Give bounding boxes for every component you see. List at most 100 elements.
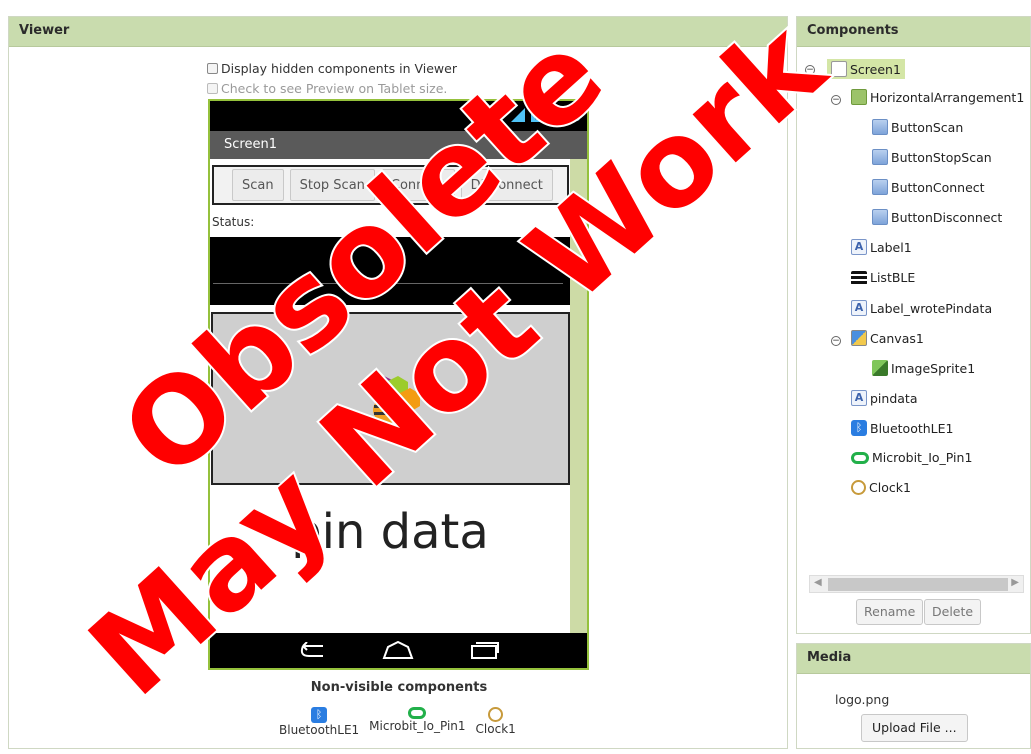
tree-node-label: pindata bbox=[870, 390, 918, 406]
delete-button[interactable]: Delete bbox=[924, 599, 982, 625]
microbit-icon bbox=[408, 707, 427, 719]
tree-node-canvas1[interactable]: Canvas1 bbox=[851, 330, 924, 346]
clock-icon bbox=[488, 707, 504, 722]
rename-button[interactable]: Rename bbox=[856, 599, 924, 625]
viewer-panel: Viewer Display hidden components in View… bbox=[8, 16, 788, 749]
tree-node-label: ButtonStopScan bbox=[891, 149, 992, 165]
scan-button[interactable]: Scan bbox=[232, 169, 284, 201]
list-ble[interactable] bbox=[210, 237, 570, 305]
horizontal-arrangement: Scan Stop Scan Connect Disconnect bbox=[212, 165, 569, 205]
display-hidden-checkbox-row[interactable]: Display hidden components in Viewer bbox=[207, 61, 457, 76]
nonvisible-item-label: Clock1 bbox=[475, 722, 516, 736]
battery-icon bbox=[531, 106, 542, 126]
bluetooth-icon: ᛒ bbox=[851, 420, 867, 436]
tree-node-label-wrotepindata[interactable]: A Label_wrotePindata bbox=[851, 300, 992, 316]
phone-content: Scan Stop Scan Connect Disconnect Status… bbox=[210, 159, 570, 633]
nonvisible-item[interactable]: Clock1 bbox=[476, 707, 516, 737]
tree-horizontal-scrollbar[interactable]: ◀ ▶ bbox=[809, 575, 1024, 593]
upload-file-button[interactable]: Upload File ... bbox=[861, 714, 968, 742]
label-icon: A bbox=[851, 390, 867, 406]
tree-node-label: Clock1 bbox=[869, 480, 911, 495]
tree-node-label: Canvas1 bbox=[870, 330, 924, 346]
image-sprite-icon[interactable] bbox=[358, 372, 422, 434]
tree-node-label: Label1 bbox=[870, 239, 912, 255]
nonvisible-list: ᛒ BluetoothLE1 Microbit_Io_Pin1 Clock1 bbox=[279, 707, 516, 737]
collapse-icon[interactable]: − bbox=[831, 95, 841, 105]
tree-node-buttonstopscan[interactable]: ButtonStopScan bbox=[872, 149, 992, 165]
nonvisible-title: Non-visible components bbox=[310, 680, 488, 695]
connect-button[interactable]: Connect bbox=[380, 169, 455, 201]
tree-node-listble[interactable]: ListBLE bbox=[851, 270, 915, 285]
components-header: Components bbox=[797, 17, 1030, 47]
clock-icon bbox=[851, 480, 866, 495]
home-icon[interactable] bbox=[381, 640, 415, 663]
phone-nav-bar bbox=[210, 633, 587, 668]
collapse-icon[interactable]: − bbox=[805, 65, 815, 75]
media-header: Media bbox=[797, 644, 1030, 674]
imagesprite-icon bbox=[872, 360, 888, 376]
tree-node-label: Label_wrotePindata bbox=[870, 300, 993, 316]
label-icon: A bbox=[851, 300, 867, 316]
tree-node-label: ListBLE bbox=[870, 270, 916, 285]
tree-node-label: ButtonConnect bbox=[891, 179, 985, 195]
phone-title-bar: Screen1 bbox=[210, 131, 587, 159]
tree-node-label1[interactable]: A Label1 bbox=[851, 239, 912, 255]
tree-node-bluetoothle1[interactable]: ᛒ BluetoothLE1 bbox=[851, 420, 954, 436]
tree-node-buttondisconnect[interactable]: ButtonDisconnect bbox=[872, 209, 1002, 225]
tree-node-clock1[interactable]: Clock1 bbox=[851, 480, 911, 495]
disconnect-button[interactable]: Disconnect bbox=[460, 169, 553, 201]
tablet-preview-checkbox[interactable] bbox=[207, 83, 218, 94]
bluetooth-icon: ᛒ bbox=[311, 707, 328, 723]
tree-node-buttonscan[interactable]: ButtonScan bbox=[872, 119, 963, 135]
phone-preview: 9:48 Screen1 Scan Stop Scan Connect Disc… bbox=[208, 99, 589, 670]
collapse-icon[interactable]: − bbox=[831, 336, 841, 346]
tree-node-label: ButtonScan bbox=[891, 119, 964, 135]
tree-node-label: HorizontalArrangement1 bbox=[870, 89, 1025, 105]
pindata-label: pin data bbox=[291, 504, 489, 560]
canvas-icon bbox=[851, 330, 867, 346]
tree-node-label: Microbit_Io_Pin1 bbox=[872, 450, 973, 465]
button-icon bbox=[872, 209, 888, 225]
recents-icon[interactable] bbox=[470, 641, 500, 663]
back-icon[interactable] bbox=[297, 640, 327, 662]
tree-node-label: BluetoothLE1 bbox=[870, 420, 954, 436]
media-panel: Media logo.png Upload File ... bbox=[796, 643, 1031, 749]
media-file-item[interactable]: logo.png bbox=[835, 692, 889, 707]
tree-node-label: ImageSprite1 bbox=[891, 360, 976, 376]
microbit-icon bbox=[851, 451, 869, 464]
tree-node-label: Screen1 bbox=[850, 61, 901, 77]
tree-node-microbit-io-pin1[interactable]: Microbit_Io_Pin1 bbox=[851, 450, 972, 465]
signal-icon bbox=[511, 106, 526, 126]
components-panel: Components − Screen1 − HorizontalArrange… bbox=[796, 16, 1031, 634]
app-root: Viewer Display hidden components in View… bbox=[0, 0, 1031, 754]
tree-node-pindata[interactable]: A pindata bbox=[851, 390, 918, 406]
listview-icon bbox=[851, 270, 867, 285]
stop-scan-button[interactable]: Stop Scan bbox=[289, 169, 375, 201]
label-icon: A bbox=[851, 239, 867, 255]
tree-node-screen1[interactable]: Screen1 bbox=[827, 59, 905, 79]
button-icon bbox=[872, 179, 888, 195]
horizontal-arrangement-icon bbox=[851, 89, 867, 105]
scroll-left-icon[interactable]: ◀ bbox=[814, 577, 822, 588]
tree-node-buttonconnect[interactable]: ButtonConnect bbox=[872, 179, 985, 195]
nonvisible-item[interactable]: ᛒ BluetoothLE1 bbox=[279, 707, 359, 737]
status-label: Status: bbox=[212, 215, 255, 229]
canvas[interactable] bbox=[211, 312, 570, 485]
wifi-icon bbox=[485, 106, 505, 126]
nonvisible-item-label: BluetoothLE1 bbox=[279, 723, 360, 737]
scrollbar-thumb[interactable] bbox=[828, 578, 1008, 591]
tree-node-imagesprite1[interactable]: ImageSprite1 bbox=[872, 360, 975, 376]
scroll-right-icon[interactable]: ▶ bbox=[1011, 577, 1019, 588]
tablet-preview-checkbox-row[interactable]: Check to see Preview on Tablet size. bbox=[207, 81, 447, 96]
button-icon bbox=[872, 119, 888, 135]
tree-node-label: ButtonDisconnect bbox=[891, 209, 1003, 225]
nonvisible-item-label: Microbit_Io_Pin1 bbox=[369, 719, 466, 733]
clock-time: 9:48 bbox=[547, 107, 581, 125]
tree-node-horizontalarrangement1[interactable]: HorizontalArrangement1 bbox=[851, 89, 1024, 105]
display-hidden-label: Display hidden components in Viewer bbox=[221, 61, 457, 76]
display-hidden-checkbox[interactable] bbox=[207, 63, 218, 74]
viewer-header: Viewer bbox=[9, 17, 787, 47]
phone-scroll-strip bbox=[570, 159, 587, 633]
nonvisible-item[interactable]: Microbit_Io_Pin1 bbox=[369, 707, 466, 737]
phone-status-bar: 9:48 bbox=[210, 101, 587, 131]
